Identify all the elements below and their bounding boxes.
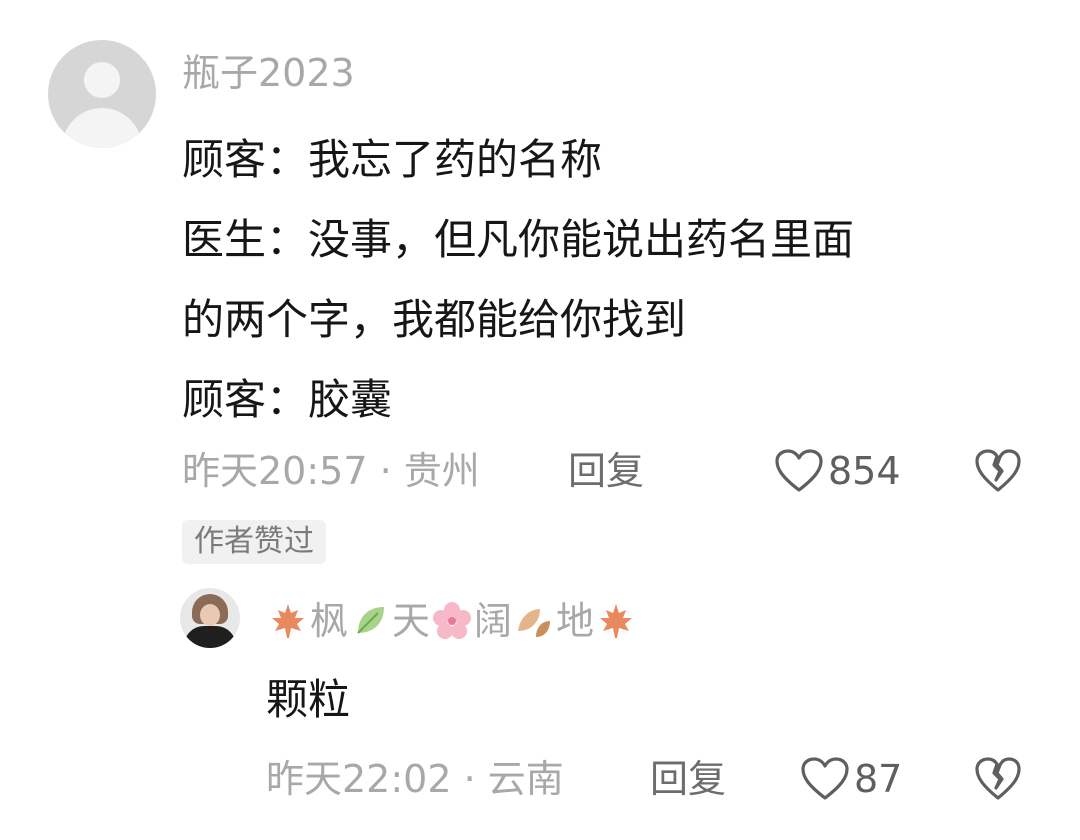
like-button[interactable]: 854 (774, 444, 901, 498)
author-liked-badge: 作者赞过 (182, 520, 326, 564)
comment-username[interactable]: 瓶子2023 (182, 50, 355, 96)
username-char: 地 (556, 599, 595, 643)
like-count: 854 (828, 449, 901, 493)
reply-username[interactable]: 枫 天 阔 地 (266, 598, 638, 644)
maple-leaf-icon (594, 599, 638, 643)
broken-heart-icon (975, 449, 1021, 492)
autumn-leaves-icon (512, 599, 556, 643)
dislike-button[interactable] (974, 757, 1022, 815)
maple-leaf-icon (266, 599, 310, 643)
comment-timestamp: 昨天20:57 · 贵州 (182, 449, 480, 493)
username-char: 枫 (310, 599, 349, 643)
reply-meta: 昨天22:02 · 云南 回复 87 (266, 752, 1046, 806)
username-char: 天 (392, 599, 431, 643)
comment-thread: 瓶子2023 顾客：我忘了药的名称 医生：没事，但凡你能说出药名里面 的两个字，… (0, 0, 1080, 840)
comment-line: 医生：没事，但凡你能说出药名里面 (182, 215, 855, 264)
user-avatar[interactable] (48, 40, 156, 148)
reply-avatar[interactable] (180, 588, 240, 648)
comment-line: 顾客：胶囊 (182, 375, 393, 424)
comment-text: 顾客：我忘了药的名称 医生：没事，但凡你能说出药名里面 的两个字，我都能给你找到… (182, 120, 1042, 440)
green-leaf-icon (348, 599, 392, 643)
heart-outline-icon (801, 757, 849, 800)
username-char: 阔 (474, 599, 513, 643)
dislike-button[interactable] (974, 449, 1022, 507)
reply-timestamp: 昨天22:02 · 云南 (266, 757, 564, 801)
comment-line: 顾客：我忘了药的名称 (182, 135, 603, 184)
like-button[interactable]: 87 (800, 752, 902, 806)
broken-heart-icon (975, 757, 1021, 800)
cherry-blossom-icon (430, 599, 474, 643)
reply-button[interactable]: 回复 (568, 444, 644, 498)
reply-button[interactable]: 回复 (650, 752, 726, 806)
reply-text: 颗粒 (266, 675, 351, 724)
like-count: 87 (854, 757, 903, 801)
comment-meta: 昨天20:57 · 贵州 回复 854 (182, 444, 1042, 498)
heart-outline-icon (775, 449, 823, 492)
comment-line: 的两个字，我都能给你找到 (182, 295, 687, 344)
